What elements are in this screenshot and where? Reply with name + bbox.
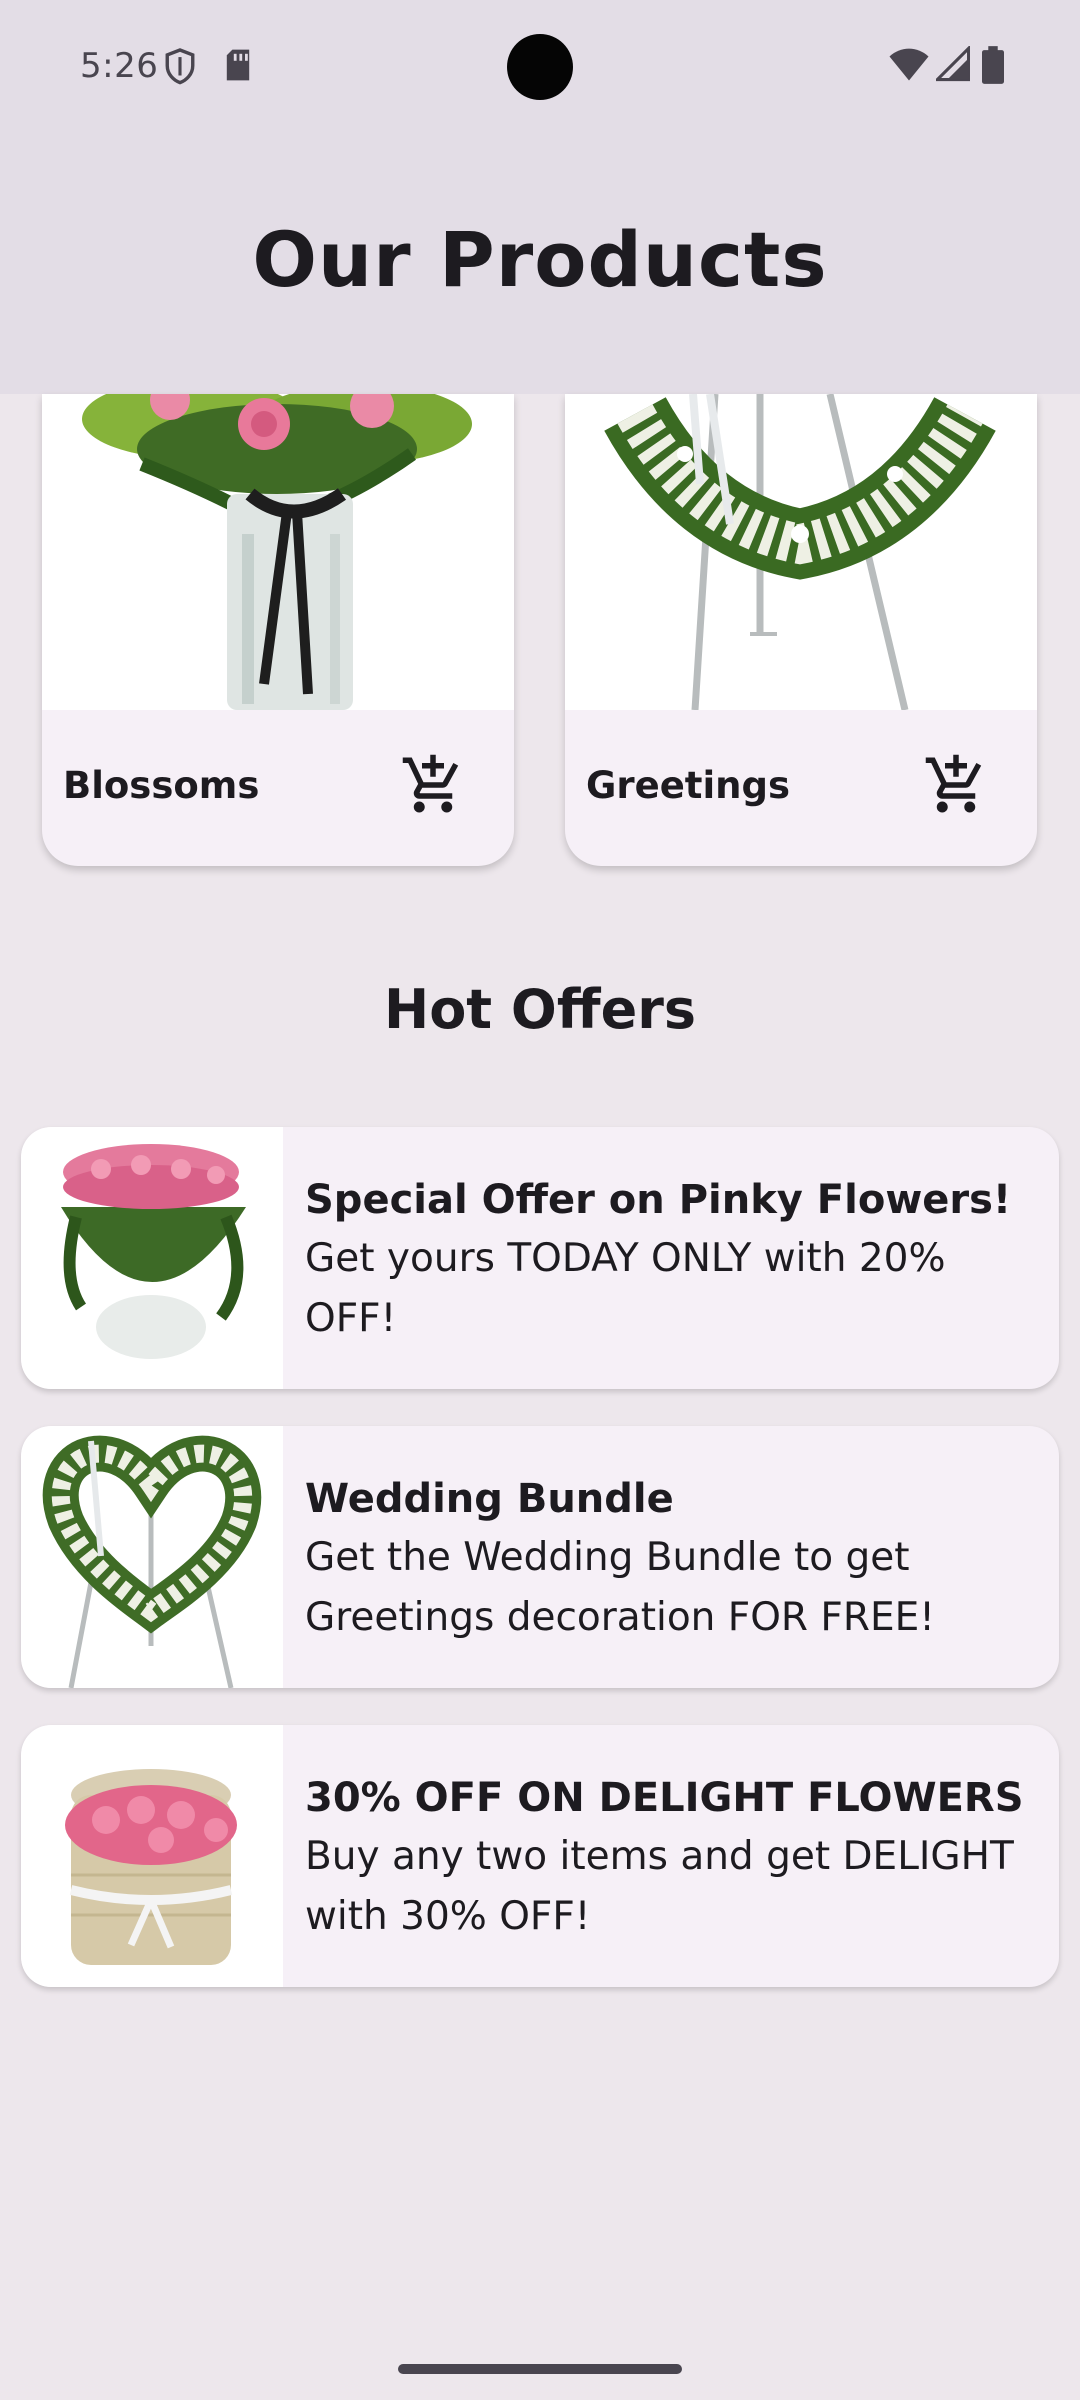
offer-description: Buy any two items and get DELIGHT with 3… bbox=[305, 1834, 1014, 1939]
offer-image bbox=[21, 1725, 283, 1987]
offer-title: 30% OFF ON DELIGHT FLOWERS bbox=[305, 1775, 1024, 1821]
page-title: Our Products bbox=[252, 215, 828, 304]
shield-icon bbox=[163, 48, 197, 90]
offer-card-wedding-bundle[interactable]: Wedding Bundle Get the Wedding Bundle to… bbox=[21, 1426, 1059, 1688]
offer-image bbox=[21, 1426, 283, 1688]
product-name: Blossoms bbox=[63, 764, 260, 807]
offer-title: Special Offer on Pinky Flowers! bbox=[305, 1177, 1012, 1223]
offer-description: Get yours TODAY ONLY with 20% OFF! bbox=[305, 1236, 946, 1341]
home-indicator[interactable] bbox=[398, 2364, 682, 2374]
add-shopping-cart-icon[interactable] bbox=[923, 752, 989, 818]
offer-card-delight-flowers[interactable]: 30% OFF ON DELIGHT FLOWERS Buy any two i… bbox=[21, 1725, 1059, 1987]
offer-image bbox=[21, 1127, 283, 1389]
status-time: 5:26 bbox=[80, 46, 159, 86]
battery-icon bbox=[982, 46, 1004, 88]
section-title-hot-offers: Hot Offers bbox=[384, 978, 696, 1041]
offer-card-pinky-flowers[interactable]: Special Offer on Pinky Flowers! Get your… bbox=[21, 1127, 1059, 1389]
product-name: Greetings bbox=[586, 764, 791, 807]
product-card-greetings[interactable]: Greetings bbox=[565, 394, 1037, 866]
cell-signal-icon bbox=[933, 44, 971, 86]
product-card-blossoms[interactable]: Blossoms bbox=[42, 394, 514, 866]
top-app-bar: 5:26 Our Products bbox=[0, 0, 1080, 394]
product-image bbox=[42, 394, 514, 710]
offer-title: Wedding Bundle bbox=[305, 1476, 674, 1522]
product-image bbox=[565, 394, 1037, 710]
sd-card-icon bbox=[224, 48, 252, 86]
camera-cutout bbox=[507, 34, 573, 100]
status-bar: 5:26 bbox=[0, 0, 1080, 130]
add-shopping-cart-icon[interactable] bbox=[400, 752, 466, 818]
wifi-icon bbox=[888, 46, 930, 86]
offer-description: Get the Wedding Bundle to get Greetings … bbox=[305, 1535, 935, 1640]
